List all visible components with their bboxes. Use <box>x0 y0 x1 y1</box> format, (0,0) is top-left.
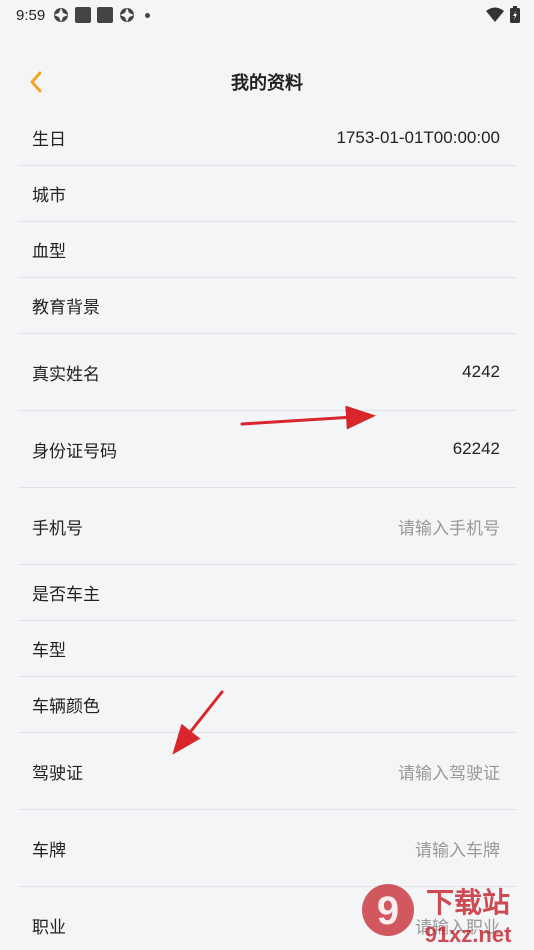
header: 我的资料 <box>0 56 534 108</box>
field-label: 车辆颜色 <box>32 697 100 717</box>
license-plate-input[interactable]: 请输入车牌 <box>415 836 500 861</box>
field-row-car-color[interactable]: 车辆颜色 <box>18 677 516 733</box>
field-row-occupation[interactable]: 职业 请输入职业 <box>18 887 516 950</box>
field-value: 1753-01-01T00:00:00 <box>336 127 500 147</box>
wifi-icon <box>486 7 504 22</box>
chevron-left-icon <box>30 71 42 93</box>
field-row-car-model[interactable]: 车型 <box>18 621 516 677</box>
field-label: 生日 <box>32 130 66 150</box>
back-button[interactable] <box>22 68 50 96</box>
field-label: 驾驶证 <box>32 763 83 784</box>
field-label: 车牌 <box>32 840 66 861</box>
field-row-car-owner[interactable]: 是否车主 <box>18 565 516 621</box>
field-row-id-number[interactable]: 身份证号码 62242 <box>18 411 516 488</box>
driver-license-input[interactable]: 请输入驾驶证 <box>398 759 500 784</box>
more-notifications-dot-icon <box>145 12 151 18</box>
field-label: 职业 <box>32 918 66 938</box>
battery-icon <box>510 6 520 23</box>
occupation-input[interactable]: 请输入职业 <box>415 913 500 938</box>
field-label: 身份证号码 <box>32 441 117 462</box>
field-row-real-name[interactable]: 真实姓名 4242 <box>18 334 516 411</box>
status-time: 9:59 <box>16 6 46 24</box>
notification-app-icon <box>97 7 114 23</box>
profile-field-list: 生日 1753-01-01T00:00:00 城市 血型 教育背景 真实姓名 4… <box>0 110 534 950</box>
status-system-icons <box>486 6 520 23</box>
field-label: 城市 <box>32 186 66 206</box>
field-row-phone[interactable]: 手机号 请输入手机号 <box>18 488 516 565</box>
field-label: 教育背景 <box>32 298 100 318</box>
field-label: 真实姓名 <box>32 364 100 385</box>
field-row-license-plate[interactable]: 车牌 请输入车牌 <box>18 810 516 887</box>
field-label: 血型 <box>32 242 66 262</box>
notification-aperture-icon <box>54 8 69 22</box>
field-label: 手机号 <box>32 518 83 539</box>
id-number-input[interactable]: 62242 <box>453 439 500 459</box>
field-row-education[interactable]: 教育背景 <box>18 278 516 334</box>
status-notification-icons <box>53 7 151 23</box>
field-label: 是否车主 <box>32 585 100 605</box>
notification-app-icon <box>75 7 92 23</box>
field-label: 车型 <box>32 641 66 661</box>
page-title: 我的资料 <box>231 73 303 94</box>
real-name-input[interactable]: 4242 <box>462 362 500 382</box>
notification-aperture-icon <box>120 8 135 22</box>
phone-input[interactable]: 请输入手机号 <box>398 514 500 539</box>
field-row-birthday[interactable]: 生日 1753-01-01T00:00:00 <box>18 110 516 166</box>
field-row-city[interactable]: 城市 <box>18 166 516 222</box>
field-row-driver-license[interactable]: 驾驶证 请输入驾驶证 <box>18 733 516 810</box>
status-bar: 9:59 <box>0 0 534 30</box>
field-row-blood-type[interactable]: 血型 <box>18 222 516 278</box>
